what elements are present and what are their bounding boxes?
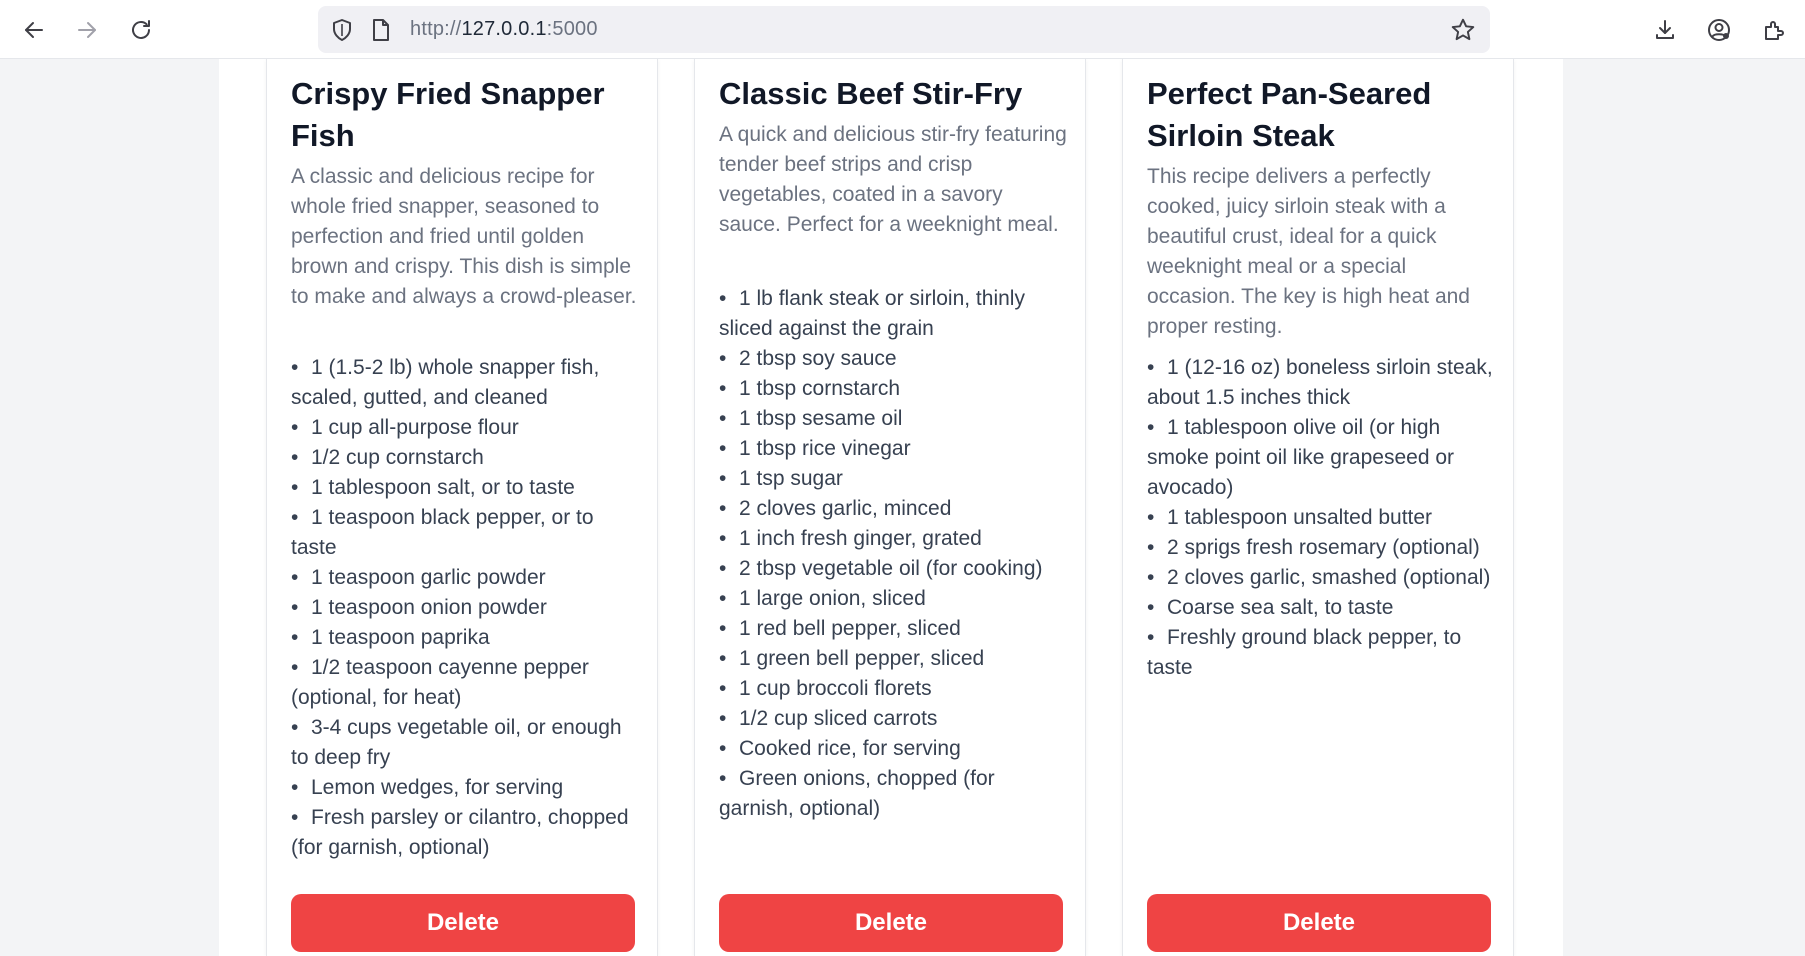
ingredient-item: 2 tbsp soy sauce	[719, 344, 1069, 374]
ingredients-list: 1 lb flank steak or sirloin, thinly slic…	[719, 284, 1069, 824]
recipe-description: A quick and delicious stir-fry featuring…	[719, 123, 1067, 236]
recipe-title: Perfect Pan-Seared Sirloin Steak	[1147, 76, 1432, 153]
ingredient-item: 1 lb flank steak or sirloin, thinly slic…	[719, 284, 1069, 344]
ingredients-list: 1 (12-16 oz) boneless sirloin steak, abo…	[1147, 353, 1497, 683]
page-icon[interactable]	[368, 17, 394, 43]
recipe-card: Perfect Pan-Seared Sirloin Steak This re…	[1122, 59, 1514, 956]
ingredient-item: 1 (12-16 oz) boneless sirloin steak, abo…	[1147, 353, 1497, 413]
recipe-title: Classic Beef Stir-Fry	[719, 76, 1023, 111]
back-button[interactable]	[16, 12, 52, 48]
ingredient-item: 1 tbsp cornstarch	[719, 374, 1069, 404]
reload-icon	[132, 20, 150, 39]
ingredient-item: Freshly ground black pepper, to taste	[1147, 623, 1497, 683]
download-icon	[1656, 20, 1674, 39]
ingredient-item: Coarse sea salt, to taste	[1147, 593, 1497, 623]
recipe-list: Crispy Fried Snapper Fish A classic and …	[219, 59, 1563, 956]
ingredient-item: 2 tbsp vegetable oil (for cooking)	[719, 554, 1069, 584]
ingredient-item: 1/2 cup sliced carrots	[719, 704, 1069, 734]
ingredient-item: 2 cloves garlic, minced	[719, 494, 1069, 524]
ingredient-item: 1 teaspoon paprika	[291, 623, 641, 653]
ingredient-item: 1 teaspoon black pepper, or to taste	[291, 503, 641, 563]
ingredient-item: 1/2 teaspoon cayenne pepper (optional, f…	[291, 653, 641, 713]
ingredient-item: 1 teaspoon onion powder	[291, 593, 641, 623]
ingredient-item: Lemon wedges, for serving	[291, 773, 641, 803]
recipe-card: Crispy Fried Snapper Fish A classic and …	[266, 59, 658, 956]
ingredient-item: 1 inch fresh ginger, grated	[719, 524, 1069, 554]
arrow-right-icon	[78, 22, 96, 38]
account-icon	[1708, 19, 1730, 41]
ingredient-item: 1 (1.5-2 lb) whole snapper fish, scaled,…	[291, 353, 641, 413]
url-text[interactable]: http://127.0.0.1:5000	[410, 18, 598, 41]
url-port: :5000	[546, 18, 598, 40]
extensions-icon	[1765, 21, 1784, 40]
ingredient-item: 1/2 cup cornstarch	[291, 443, 641, 473]
ingredient-item: 1 tablespoon salt, or to taste	[291, 473, 641, 503]
recipe-description: This recipe delivers a perfectly cooked,…	[1147, 165, 1470, 338]
ingredient-item: 1 tsp sugar	[719, 464, 1069, 494]
ingredients-list: 1 (1.5-2 lb) whole snapper fish, scaled,…	[291, 353, 641, 863]
browser-toolbar: http://127.0.0.1:5000	[0, 0, 1805, 59]
delete-button[interactable]: Delete	[1147, 894, 1491, 952]
account-button[interactable]	[1701, 12, 1737, 48]
ingredient-item: 1 green bell pepper, sliced	[719, 644, 1069, 674]
ingredient-item: 1 tablespoon unsalted butter	[1147, 503, 1497, 533]
shield-icon[interactable]	[329, 17, 355, 43]
url-scheme: http://	[410, 18, 462, 40]
ingredient-item: 1 tablespoon olive oil (or high smoke po…	[1147, 413, 1497, 503]
ingredient-item: 1 large onion, sliced	[719, 584, 1069, 614]
ingredient-item: Green onions, chopped (for garnish, opti…	[719, 764, 1069, 824]
recipe-description: A classic and delicious recipe for whole…	[291, 165, 637, 308]
forward-button[interactable]	[69, 12, 105, 48]
ingredient-item: Fresh parsley or cilantro, chopped (for …	[291, 803, 641, 863]
address-bar[interactable]: http://127.0.0.1:5000	[318, 6, 1490, 53]
reload-button[interactable]	[123, 12, 159, 48]
ingredient-item: 2 cloves garlic, smashed (optional)	[1147, 563, 1497, 593]
extensions-button[interactable]	[1756, 12, 1792, 48]
ingredient-item: Cooked rice, for serving	[719, 734, 1069, 764]
ingredient-item: 1 cup broccoli florets	[719, 674, 1069, 704]
ingredient-item: 1 teaspoon garlic powder	[291, 563, 641, 593]
recipe-title: Crispy Fried Snapper Fish	[291, 76, 605, 153]
ingredient-item: 1 tbsp sesame oil	[719, 404, 1069, 434]
ingredient-item: 1 cup all-purpose flour	[291, 413, 641, 443]
star-icon[interactable]	[1450, 17, 1476, 43]
downloads-button[interactable]	[1647, 12, 1683, 48]
ingredient-item: 3-4 cups vegetable oil, or enough to dee…	[291, 713, 641, 773]
delete-button[interactable]: Delete	[719, 894, 1063, 952]
ingredient-item: 1 red bell pepper, sliced	[719, 614, 1069, 644]
arrow-left-icon	[25, 22, 43, 38]
delete-button[interactable]: Delete	[291, 894, 635, 952]
ingredient-item: 2 sprigs fresh rosemary (optional)	[1147, 533, 1497, 563]
ingredient-item: 1 tbsp rice vinegar	[719, 434, 1069, 464]
recipe-card: Classic Beef Stir-Fry A quick and delici…	[694, 59, 1086, 956]
url-host: 127.0.0.1	[461, 18, 547, 40]
